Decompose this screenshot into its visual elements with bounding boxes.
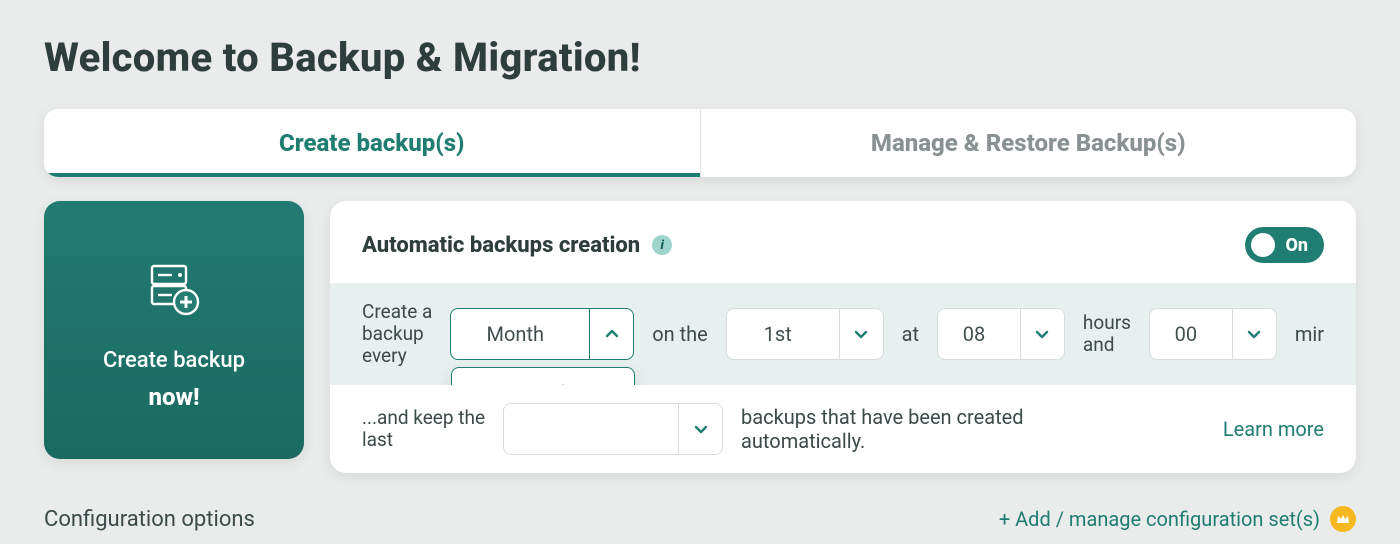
- retention-row: ...and keep the last backups that have b…: [330, 385, 1356, 473]
- retention-tail-text: backups that have been created automatic…: [741, 405, 1101, 453]
- schedule-row: Create a backup every Month Month Week D: [330, 283, 1356, 385]
- active-tab-pointer: [344, 175, 364, 177]
- page-title: Welcome to Backup & Migration!: [44, 0, 1356, 109]
- hour-value: 08: [938, 322, 1010, 346]
- day-value: 1st: [727, 322, 829, 346]
- tab-manage-restore[interactable]: Manage & Restore Backup(s): [701, 109, 1357, 177]
- toggle-knob: [1251, 233, 1275, 257]
- automatic-backups-panel: Automatic backups creation i On Create a…: [330, 201, 1356, 473]
- tab-create-backups[interactable]: Create backup(s): [44, 109, 700, 177]
- chevron-up-icon: [589, 309, 633, 359]
- create-now-line1: Create backup: [103, 348, 245, 373]
- add-manage-config-sets-link[interactable]: + Add / manage configuration set(s): [999, 506, 1356, 532]
- toggle-label: On: [1285, 235, 1308, 256]
- footer-row: Configuration options + Add / manage con…: [44, 506, 1356, 532]
- crown-icon: [1330, 506, 1356, 532]
- chevron-down-icon: [1020, 309, 1064, 359]
- create-now-line2: now!: [148, 383, 199, 411]
- interval-dropdown: Month Week Day: [451, 367, 635, 385]
- interval-option-month[interactable]: Month: [452, 368, 634, 385]
- keep-count-select[interactable]: [503, 403, 723, 455]
- backup-server-icon: [142, 258, 206, 326]
- create-backup-now-button[interactable]: Create backup now!: [44, 201, 304, 459]
- add-manage-config-label: + Add / manage configuration set(s): [999, 507, 1320, 531]
- hours-and-label: hours and: [1083, 312, 1131, 356]
- interval-value: Month: [451, 322, 579, 346]
- create-every-label: Create a backup every: [362, 301, 432, 367]
- panel-header: Automatic backups creation i On: [330, 201, 1356, 283]
- chevron-down-icon: [839, 309, 883, 359]
- chevron-down-icon: [1232, 309, 1276, 359]
- learn-more-link[interactable]: Learn more: [1223, 417, 1324, 441]
- minute-value: 00: [1150, 322, 1222, 346]
- tab-create-label: Create backup(s): [279, 129, 464, 157]
- hour-select[interactable]: 08: [937, 308, 1065, 360]
- interval-select[interactable]: Month Month Week Day: [450, 308, 634, 360]
- automatic-backups-toggle[interactable]: On: [1245, 227, 1324, 263]
- minute-select[interactable]: 00: [1149, 308, 1277, 360]
- info-icon[interactable]: i: [652, 235, 672, 255]
- minutes-suffix: mir: [1295, 322, 1324, 346]
- configuration-options-heading: Configuration options: [44, 507, 255, 532]
- at-label: at: [902, 322, 919, 346]
- on-the-label: on the: [652, 322, 708, 346]
- day-select[interactable]: 1st: [726, 308, 884, 360]
- chevron-down-icon: [678, 404, 722, 454]
- panel-header-title: Automatic backups creation: [362, 233, 640, 258]
- keep-last-label: ...and keep the last: [362, 407, 485, 451]
- main-tabs: Create backup(s) Manage & Restore Backup…: [44, 109, 1356, 177]
- tab-manage-label: Manage & Restore Backup(s): [871, 129, 1186, 157]
